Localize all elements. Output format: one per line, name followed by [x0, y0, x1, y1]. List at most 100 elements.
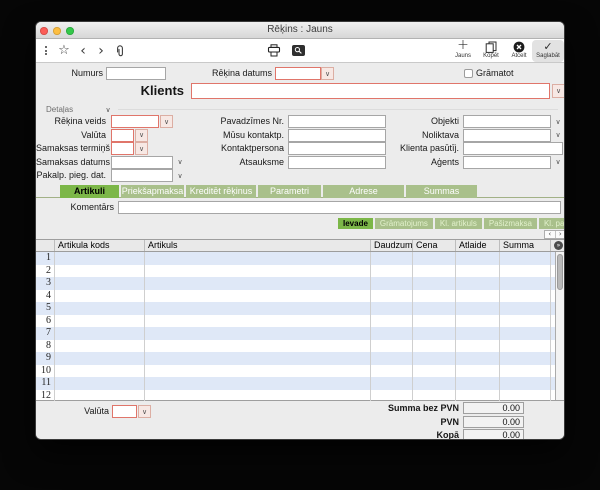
cell[interactable] — [456, 365, 500, 378]
scrollbar-thumb[interactable] — [557, 254, 563, 290]
table-row[interactable]: 8 — [36, 340, 564, 353]
rekina-datums-input[interactable] — [275, 67, 321, 80]
column-header-artikula-kods[interactable]: Artikula kods — [55, 240, 145, 251]
valuta-input[interactable] — [112, 405, 137, 418]
preview-icon[interactable] — [291, 39, 306, 62]
column-header-summa[interactable]: Summa — [500, 240, 551, 251]
samaksas-termi-dropdown-icon[interactable]: ∨ — [135, 142, 148, 155]
subtab-pa-izmaksa[interactable]: Pašizmaksa — [484, 218, 537, 229]
back-icon[interactable]: ‹ — [76, 39, 90, 62]
vertical-scrollbar[interactable] — [555, 252, 564, 400]
cell[interactable] — [413, 352, 456, 365]
overflow-menu-icon[interactable] — [40, 39, 52, 62]
cell[interactable] — [55, 290, 145, 303]
cell[interactable] — [371, 277, 413, 290]
cell[interactable] — [500, 327, 551, 340]
cell[interactable] — [371, 315, 413, 328]
cell[interactable] — [55, 327, 145, 340]
row-number-cell[interactable]: 6 — [36, 315, 55, 328]
samaksas-datums-input[interactable] — [111, 156, 173, 169]
cell[interactable] — [55, 377, 145, 390]
tab-priek-apmaksa[interactable]: Priekšapmaksa — [121, 185, 184, 198]
cell[interactable] — [413, 277, 456, 290]
klienta-pas-t-j-input[interactable] — [463, 142, 563, 155]
tab-adrese[interactable]: Adrese — [323, 185, 404, 198]
samaksas-termi-input[interactable] — [111, 142, 134, 155]
saglabat-button[interactable]: ✓Saglabāt — [532, 40, 564, 62]
cell[interactable] — [456, 315, 500, 328]
r-ina-veids-input[interactable] — [111, 115, 159, 128]
table-row[interactable]: 4 — [36, 290, 564, 303]
table-row[interactable]: 11 — [36, 377, 564, 390]
valuta-dropdown-icon[interactable]: ∨ — [138, 405, 151, 418]
klients-input[interactable] — [191, 83, 550, 99]
numurs-input[interactable] — [106, 67, 166, 80]
table-row[interactable]: 10 — [36, 365, 564, 378]
row-number-cell[interactable]: 11 — [36, 377, 55, 390]
cell[interactable] — [371, 252, 413, 265]
tab-parametri[interactable]: Parametri — [258, 185, 321, 198]
table-row[interactable]: 9 — [36, 352, 564, 365]
cell[interactable] — [55, 265, 145, 278]
cell[interactable] — [413, 377, 456, 390]
subtab-gr-matojums[interactable]: Grāmatojums — [375, 218, 433, 229]
cell[interactable] — [371, 290, 413, 303]
cell[interactable] — [500, 377, 551, 390]
cell[interactable] — [55, 352, 145, 365]
cell[interactable] — [500, 340, 551, 353]
forward-icon[interactable]: › — [94, 39, 108, 62]
table-row[interactable]: 6 — [36, 315, 564, 328]
cell[interactable] — [500, 315, 551, 328]
cell[interactable] — [145, 252, 371, 265]
cell[interactable] — [500, 265, 551, 278]
cell[interactable] — [371, 327, 413, 340]
column-header-cena[interactable]: Cena — [413, 240, 456, 251]
cell[interactable] — [145, 327, 371, 340]
pakalp-pieg-dat-dropdown-icon[interactable]: ∨ — [174, 169, 186, 182]
atcelt-button[interactable]: Atcelt — [506, 40, 532, 62]
cell[interactable] — [371, 265, 413, 278]
column-header-daudzums[interactable]: Daudzums — [371, 240, 413, 251]
cell[interactable] — [145, 315, 371, 328]
cell[interactable] — [55, 302, 145, 315]
rekina-datums-dropdown-icon[interactable]: ∨ — [321, 67, 334, 80]
cell[interactable] — [145, 265, 371, 278]
print-icon[interactable] — [266, 39, 281, 62]
tab-artikuli[interactable]: Artikuli — [60, 185, 119, 198]
cell[interactable] — [55, 315, 145, 328]
pakalp-pieg-dat-input[interactable] — [111, 169, 173, 182]
attachment-icon[interactable] — [112, 39, 128, 62]
table-row[interactable]: 7 — [36, 327, 564, 340]
cell[interactable] — [371, 365, 413, 378]
cell[interactable] — [371, 340, 413, 353]
cell[interactable] — [500, 290, 551, 303]
gramatot-checkbox[interactable] — [464, 69, 473, 78]
cell[interactable] — [456, 302, 500, 315]
column-header-artikuls[interactable]: Artikuls — [145, 240, 371, 251]
cell[interactable] — [145, 290, 371, 303]
a-ents-dropdown-icon[interactable]: ∨ — [552, 156, 564, 169]
cell[interactable] — [371, 352, 413, 365]
subtab-kl-artikuls[interactable]: Kl. artikuls — [435, 218, 482, 229]
cell[interactable] — [55, 340, 145, 353]
row-number-cell[interactable]: 10 — [36, 365, 55, 378]
cell[interactable] — [456, 327, 500, 340]
cell[interactable] — [55, 277, 145, 290]
cell[interactable] — [456, 277, 500, 290]
cell[interactable] — [371, 377, 413, 390]
row-number-cell[interactable]: 2 — [36, 265, 55, 278]
cell[interactable] — [413, 327, 456, 340]
tab-kredit-t-r-inus[interactable]: Kreditēt rēķinus — [186, 185, 256, 198]
table-row[interactable]: 2 — [36, 265, 564, 278]
cell[interactable] — [456, 352, 500, 365]
cell[interactable] — [500, 252, 551, 265]
objekti-input[interactable] — [463, 115, 551, 128]
noliktava-dropdown-icon[interactable]: ∨ — [552, 129, 564, 142]
row-number-cell[interactable]: 9 — [36, 352, 55, 365]
column-header-atlaide[interactable]: Atlaide — [456, 240, 500, 251]
cell[interactable] — [145, 365, 371, 378]
zoom-window-button[interactable] — [66, 27, 74, 35]
header-more-icon[interactable]: » — [554, 241, 563, 250]
subtab-kl-pas-t-jums[interactable]: Kl. pasūtījums — [539, 218, 565, 229]
cell[interactable] — [456, 265, 500, 278]
